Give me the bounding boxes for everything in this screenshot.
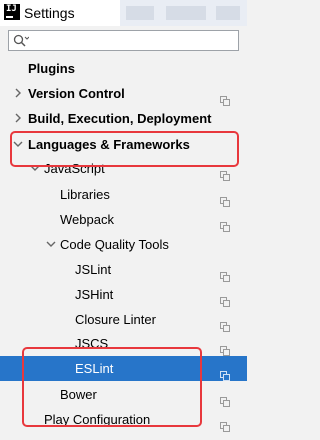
- tree-item-play-configuration[interactable]: Play Configuration: [0, 407, 247, 432]
- tree-item-label: Webpack: [60, 212, 114, 227]
- project-settings-icon: [220, 339, 230, 356]
- tree-item-label: Code Quality Tools: [60, 237, 169, 252]
- background-window-strip: [120, 0, 247, 26]
- tree-item-label: Bower: [60, 387, 97, 402]
- tree-item-languages-and-frameworks[interactable]: Languages & Frameworks: [0, 132, 247, 157]
- project-settings-icon: [220, 190, 230, 207]
- tree-item-label: Build, Execution, Deployment: [28, 111, 212, 126]
- tree-item-version-control[interactable]: Version Control: [0, 81, 247, 106]
- chevron-down-icon[interactable]: [46, 239, 56, 249]
- tree-item-jshint[interactable]: JSHint: [0, 282, 247, 307]
- project-settings-icon: [220, 290, 230, 307]
- tree-item-label: Play Configuration: [44, 412, 151, 427]
- search-field[interactable]: [8, 30, 239, 51]
- tree-item-closure-linter[interactable]: Closure Linter: [0, 307, 247, 332]
- tree-item-build-execution-deployment[interactable]: Build, Execution, Deployment: [0, 106, 247, 131]
- chevron-right-icon[interactable]: [13, 113, 23, 123]
- tree-item-label: JavaScript: [44, 161, 105, 176]
- chevron-right-icon[interactable]: [13, 88, 23, 98]
- search-icon: [13, 34, 30, 48]
- chevron-down-icon[interactable]: [13, 139, 23, 149]
- tree-item-label: Libraries: [60, 187, 110, 202]
- tree-item-label: Closure Linter: [75, 312, 156, 327]
- project-settings-icon: [220, 215, 230, 232]
- project-settings-icon: [220, 265, 230, 282]
- tree-item-plugins[interactable]: Plugins: [0, 56, 247, 81]
- window-title: Settings: [24, 5, 75, 21]
- tree-item-label: JSLint: [75, 262, 112, 277]
- tree-item-jscs[interactable]: JSCS: [0, 331, 247, 356]
- project-settings-icon: [220, 315, 230, 332]
- intellij-app-icon: IJ: [4, 4, 20, 20]
- project-settings-icon: [220, 390, 230, 407]
- project-settings-icon: [220, 89, 230, 106]
- tree-item-label: Plugins: [28, 61, 75, 76]
- project-settings-icon: [220, 364, 230, 381]
- tree-item-webpack[interactable]: Webpack: [0, 207, 247, 232]
- tree-item-code-quality-tools[interactable]: Code Quality Tools: [0, 232, 247, 257]
- chevron-down-icon[interactable]: [30, 163, 40, 173]
- settings-tree: Plugins Version Control Build, Execution, …: [0, 56, 247, 432]
- tree-item-label: JSHint: [75, 287, 114, 302]
- search-input[interactable]: [33, 32, 233, 48]
- tree-item-label: ESLint: [75, 361, 114, 376]
- tree-item-javascript[interactable]: JavaScript: [0, 156, 247, 181]
- tree-item-bower[interactable]: Bower: [0, 382, 247, 407]
- tree-item-label: Version Control: [28, 86, 125, 101]
- title-bar: IJ Settings: [0, 0, 247, 26]
- tree-item-eslint[interactable]: ESLint: [0, 356, 247, 381]
- tree-item-libraries[interactable]: Libraries: [0, 182, 247, 207]
- project-settings-icon: [220, 164, 230, 181]
- project-settings-icon: [220, 415, 230, 432]
- tree-item-label: Languages & Frameworks: [28, 137, 190, 152]
- tree-item-jslint[interactable]: JSLint: [0, 257, 247, 282]
- tree-item-label: JSCS: [75, 336, 109, 351]
